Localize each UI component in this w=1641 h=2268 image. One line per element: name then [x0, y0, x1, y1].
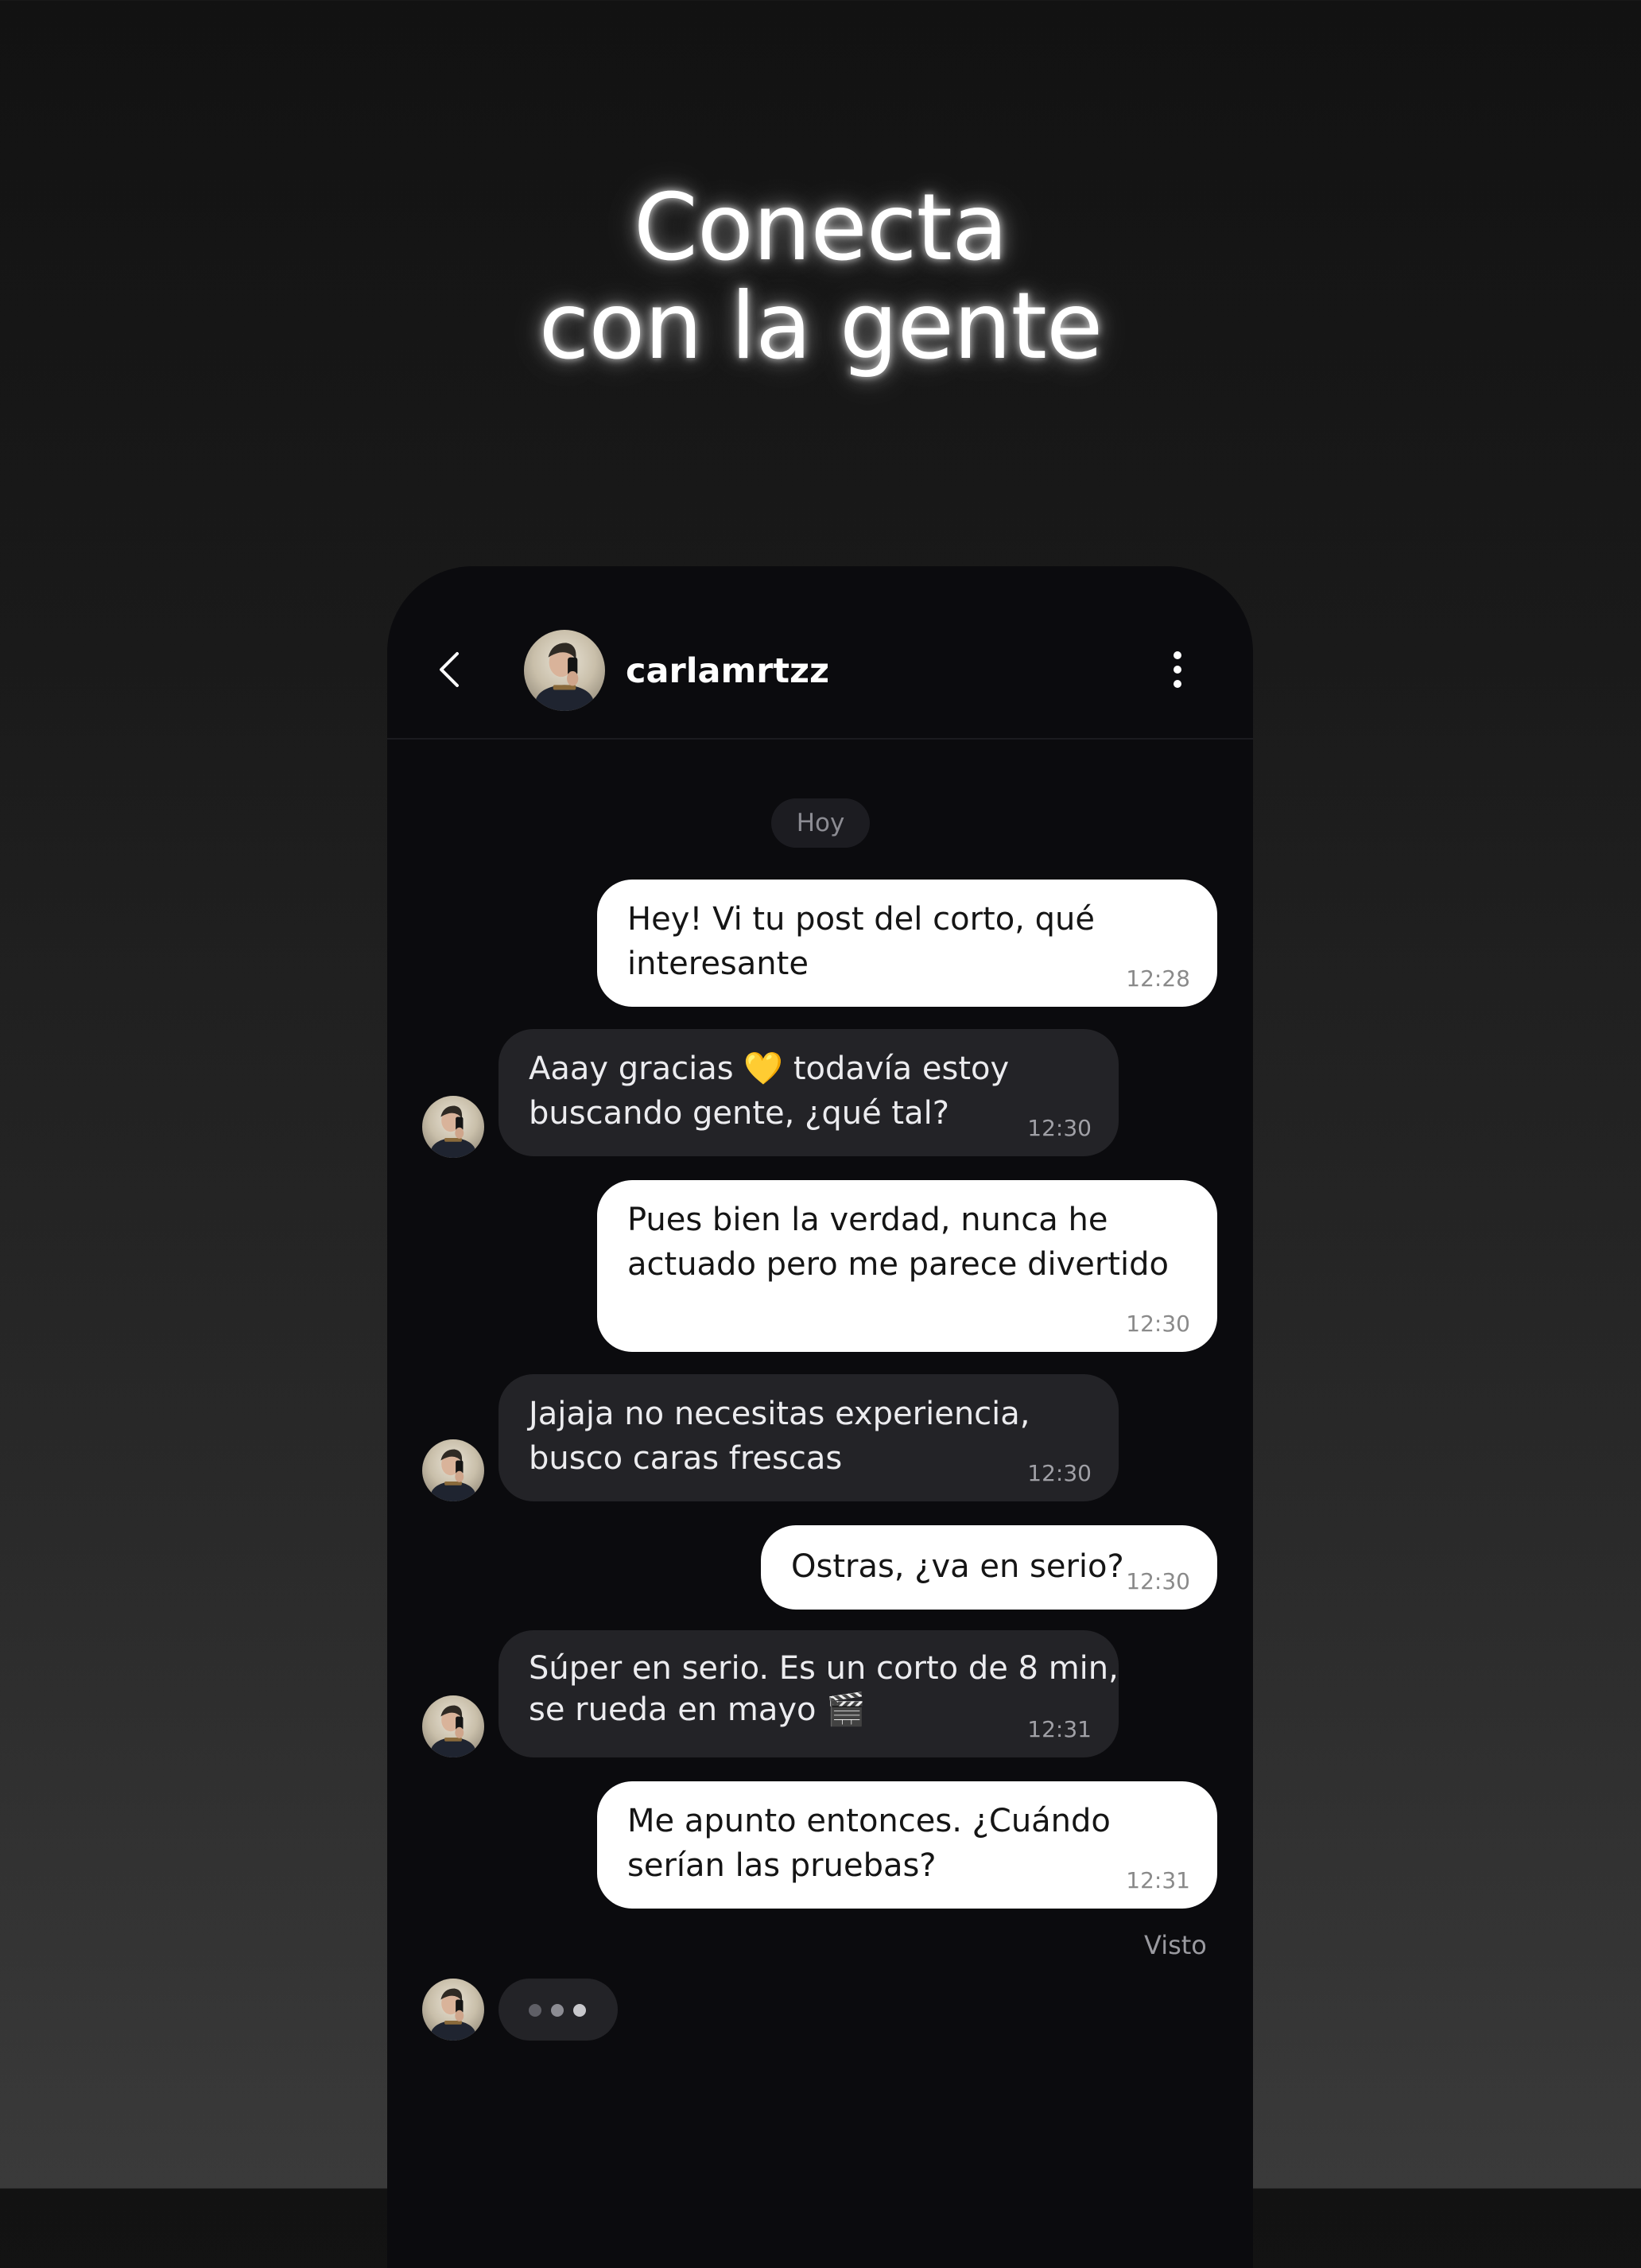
message-bubble-outgoing[interactable]: Pues bien la verdad, nunca he actuado pe…: [597, 1180, 1217, 1352]
message-text-line: serían las pruebas?: [627, 1847, 937, 1884]
more-vertical-icon: [1174, 651, 1181, 688]
avatar[interactable]: [524, 630, 605, 711]
message-timestamp: 12:30: [1027, 1460, 1092, 1486]
contact-username[interactable]: carlamrtzz: [626, 649, 829, 693]
message-text-line: Me apunto entonces. ¿Cuándo: [627, 1803, 1111, 1839]
chat-screen: carlamrtzz Hoy Hey! Vi tu post del corto…: [387, 566, 1253, 2268]
message-text-line: interesante: [627, 946, 809, 982]
message-timestamp: 12:30: [1126, 1568, 1190, 1594]
message-text-line: Aaay gracias 💛 todavía estoy: [529, 1051, 1010, 1087]
message-timestamp: 12:31: [1027, 1716, 1092, 1742]
message-timestamp: 12:28: [1126, 965, 1190, 992]
message-text-line: buscando gente, ¿qué tal?: [529, 1095, 949, 1132]
contact-avatar[interactable]: [422, 1979, 484, 2041]
date-separator: Hoy: [771, 798, 870, 848]
message-text-line: Súper en serio. Es un corto de 8 min,: [529, 1650, 1119, 1687]
typing-dot: [573, 2004, 586, 2017]
message-text-line: Hey! Vi tu post del corto, qué: [627, 901, 1095, 938]
avatar-photo: [430, 1105, 476, 1158]
headline-line-1: Conecta: [633, 174, 1008, 282]
avatar-photo: [430, 1988, 476, 2041]
contact-avatar[interactable]: [422, 1439, 484, 1501]
avatar-photo: [535, 643, 594, 711]
typing-dot: [551, 2004, 564, 2017]
message-timestamp: 12:30: [1027, 1115, 1092, 1141]
message-timestamp: 12:30: [1126, 1311, 1190, 1337]
contact-avatar[interactable]: [422, 1695, 484, 1757]
chat-header: carlamrtzz: [387, 566, 1253, 740]
avatar-photo: [430, 1449, 476, 1501]
typing-indicator: [499, 1979, 618, 2041]
more-options-button[interactable]: [1166, 646, 1189, 693]
message-bubble-incoming[interactable]: Súper en serio. Es un corto de 8 min, se…: [499, 1630, 1119, 1757]
contact-avatar[interactable]: [422, 1096, 484, 1158]
typing-dot: [529, 2004, 541, 2017]
seen-status: Visto: [1144, 1930, 1207, 1960]
message-bubble-outgoing[interactable]: Me apunto entonces. ¿Cuándo serían las p…: [597, 1781, 1217, 1909]
headline-line-2: con la gente: [538, 273, 1104, 380]
avatar-photo: [430, 1705, 476, 1757]
message-bubble-outgoing[interactable]: Hey! Vi tu post del corto, qué interesan…: [597, 880, 1217, 1007]
message-bubble-incoming[interactable]: Aaay gracias 💛 todavía estoy buscando ge…: [499, 1029, 1119, 1156]
message-text-line: se rueda en mayo 🎬: [529, 1691, 867, 1728]
headline: Conecta con la gente: [0, 179, 1641, 376]
message-text-line: Pues bien la verdad, nunca he: [627, 1202, 1108, 1238]
back-button[interactable]: [430, 647, 475, 692]
message-text-line: busco caras frescas: [529, 1440, 843, 1477]
message-bubble-outgoing[interactable]: Ostras, ¿va en serio? 12:30: [761, 1525, 1217, 1610]
chevron-left-icon: [440, 652, 459, 687]
message-text-line: Jajaja no necesitas experiencia,: [529, 1396, 1030, 1432]
message-text-line: actuado pero me parece divertido: [627, 1246, 1169, 1283]
message-bubble-incoming[interactable]: Jajaja no necesitas experiencia, busco c…: [499, 1374, 1119, 1501]
message-timestamp: 12:31: [1126, 1867, 1190, 1893]
